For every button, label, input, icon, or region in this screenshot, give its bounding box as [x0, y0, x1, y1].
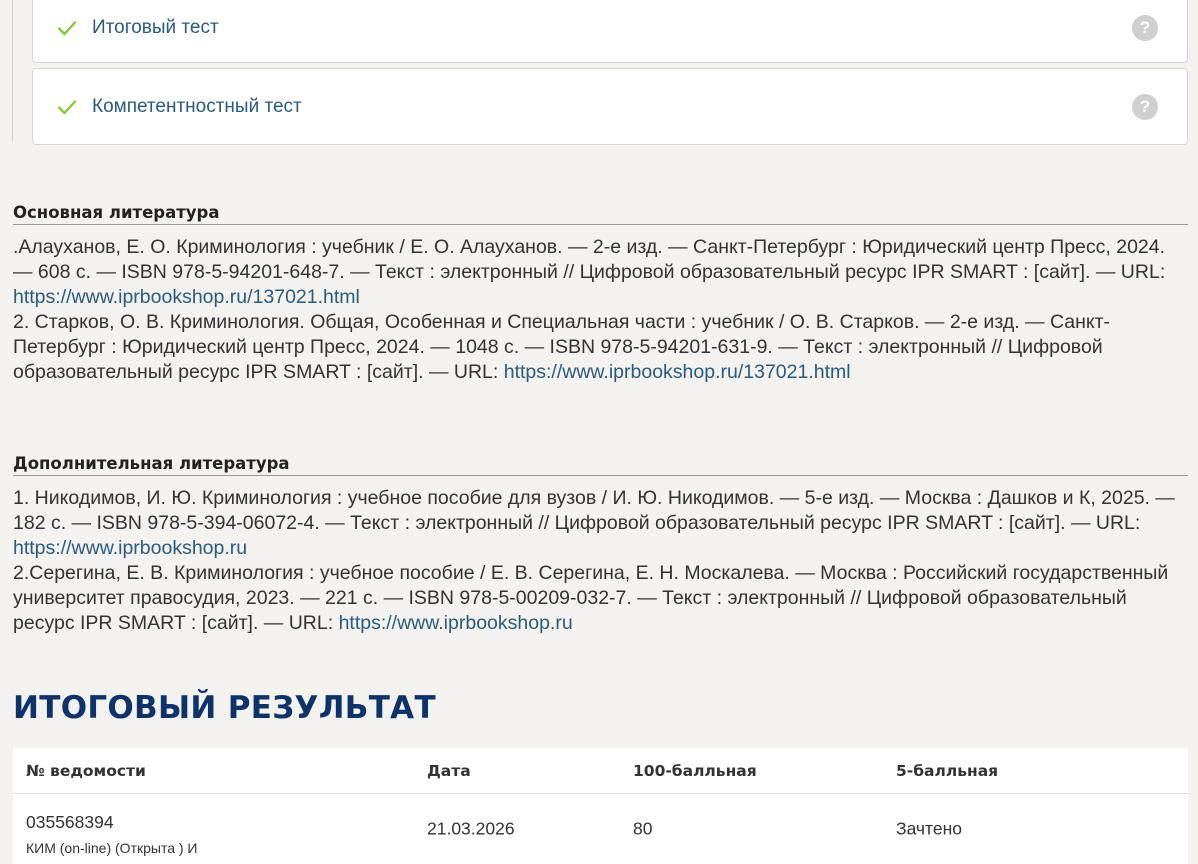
help-icon[interactable]: ?: [1132, 93, 1158, 120]
literature-list: .Алауханов, Е. О. Криминология : учебник…: [13, 235, 1188, 385]
section-title: Основная литература: [13, 203, 1188, 225]
test-item-final[interactable]: Итоговый тест ?: [32, 0, 1188, 63]
section-title: Дополнительная литература: [13, 454, 1188, 476]
literature-link[interactable]: https://www.iprbookshop.ru: [339, 612, 573, 634]
final-result-title: ИТОГОВЫЙ РЕЗУЛЬТАТ: [13, 690, 436, 726]
help-icon[interactable]: ?: [1132, 14, 1158, 41]
table-row: 035568394 КИМ (on-line) (Открыта ) И 21.…: [13, 794, 1188, 864]
column-header-date: Дата: [427, 761, 471, 780]
test-item-competence[interactable]: Компетентностный тест ?: [32, 68, 1188, 145]
test-item-label: Итоговый тест: [92, 16, 219, 38]
column-header-number: № ведомости: [26, 761, 146, 780]
literature-entry: 2.Серегина, Е. В. Криминология : учебное…: [13, 562, 1169, 634]
additional-literature-section: Дополнительная литература 1. Никодимов, …: [13, 454, 1188, 636]
main-literature-section: Основная литература .Алауханов, Е. О. Кр…: [13, 203, 1188, 385]
literature-entry: 2. Старков, О. В. Криминология. Общая, О…: [13, 311, 1111, 383]
sheet-number: 035568394: [26, 812, 114, 832]
tree-line: [12, 0, 13, 142]
column-header-score5: 5-балльная: [896, 761, 999, 780]
score-5: Зачтено: [896, 818, 962, 839]
literature-list: 1. Никодимов, И. Ю. Криминология : учебн…: [13, 486, 1188, 636]
literature-link[interactable]: https://www.iprbookshop.ru/137021.html: [13, 286, 360, 308]
final-result-table: № ведомости Дата 100-балльная 5-балльная…: [13, 748, 1188, 864]
sheet-date: 21.03.2026: [427, 818, 515, 839]
score-100: 80: [633, 818, 653, 839]
sheet-type: КИМ (on-line) (Открыта ) И: [26, 840, 198, 856]
test-item-label: Компетентностный тест: [92, 95, 302, 117]
tests-list: Итоговый тест ? Компетентностный тест ?: [0, 0, 1198, 145]
literature-link[interactable]: https://www.iprbookshop.ru: [13, 537, 247, 559]
column-header-score100: 100-балльная: [633, 761, 757, 780]
literature-link[interactable]: https://www.iprbookshop.ru/137021.html: [504, 361, 851, 383]
check-icon: [57, 20, 77, 35]
literature-entry: 1. Никодимов, И. Ю. Криминология : учебн…: [13, 487, 1175, 559]
check-icon: [57, 99, 77, 114]
literature-entry: .Алауханов, Е. О. Криминология : учебник…: [13, 236, 1166, 308]
table-header: № ведомости Дата 100-балльная 5-балльная: [13, 748, 1188, 794]
